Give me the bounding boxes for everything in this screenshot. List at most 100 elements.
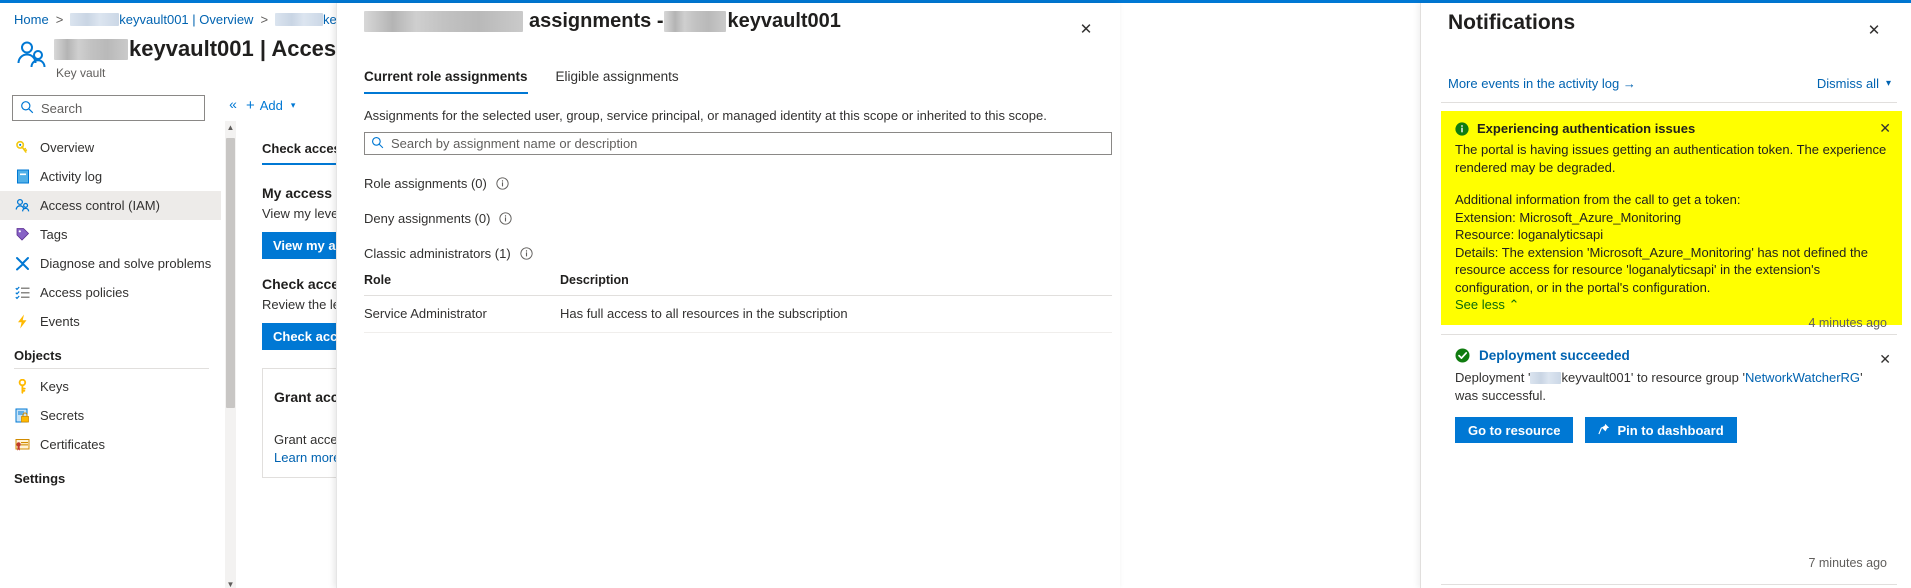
role-assignments-label: Role assignments (0) bbox=[364, 176, 487, 191]
notifications-actions: More events in the activity log → Dismis… bbox=[1448, 76, 1891, 91]
notification-body-line-2: Additional information from the call to … bbox=[1455, 192, 1741, 207]
chevron-down-icon: ▾ bbox=[290, 99, 296, 110]
lightning-bolt-icon bbox=[14, 313, 31, 330]
tab-current-role-assignments[interactable]: Current role assignments bbox=[364, 69, 528, 94]
notifications-pane: Notifications ✕ More events in the activ… bbox=[1420, 3, 1911, 588]
divider bbox=[1441, 334, 1897, 335]
activity-log-icon bbox=[14, 168, 31, 185]
scroll-down-arrow-icon[interactable]: ▼ bbox=[225, 578, 236, 588]
sidebar-item-events[interactable]: Events bbox=[0, 307, 221, 336]
role-assignments-row: Role assignments (0) bbox=[364, 176, 509, 191]
wrench-icon bbox=[14, 255, 31, 272]
tab-eligible-assignments[interactable]: Eligible assignments bbox=[556, 69, 679, 94]
sidebar-item-label: Access policies bbox=[40, 285, 129, 300]
notification-body-line-1: The portal is having issues getting an a… bbox=[1455, 142, 1887, 175]
check-access-description: Review the lev bbox=[262, 297, 347, 312]
divider bbox=[1441, 584, 1897, 585]
context-pane-title-resource: keyvault001 bbox=[727, 10, 841, 32]
command-bar: + Add ▾ bbox=[246, 91, 346, 119]
sidebar-item-label: Certificates bbox=[40, 437, 106, 452]
tab-active-underline bbox=[262, 163, 338, 165]
classic-administrators-label: Classic administrators (1) bbox=[364, 246, 511, 261]
sidebar-item-tags[interactable]: Tags bbox=[0, 220, 221, 249]
dismiss-notification-icon[interactable]: ✕ bbox=[1879, 120, 1891, 137]
key-icon bbox=[14, 378, 31, 395]
my-access-description: View my level bbox=[262, 206, 342, 221]
column-header-role[interactable]: Role bbox=[364, 273, 560, 287]
notification-title: Experiencing authentication issues bbox=[1477, 121, 1696, 136]
sidebar-item-label: Secrets bbox=[40, 408, 85, 423]
breadcrumb-home[interactable]: Home bbox=[14, 12, 49, 27]
see-less-label: See less bbox=[1455, 297, 1505, 312]
sidebar-item-overview[interactable]: Overview bbox=[0, 133, 221, 162]
info-icon[interactable] bbox=[496, 177, 509, 190]
deny-assignments-label: Deny assignments (0) bbox=[364, 211, 491, 226]
sidebar-item-label: Tags bbox=[40, 227, 68, 242]
chevron-down-icon: ▾ bbox=[1885, 78, 1891, 89]
close-icon[interactable]: ✕ bbox=[1861, 17, 1887, 43]
notification-timestamp: 7 minutes ago bbox=[1808, 556, 1887, 570]
sidebar-item-access-control[interactable]: Access control (IAM) bbox=[0, 191, 221, 220]
sidebar-group-objects: Objects bbox=[14, 348, 62, 363]
classic-administrators-table: Role Description Service Administrator H… bbox=[364, 266, 1112, 333]
cell-role: Service Administrator bbox=[364, 306, 487, 321]
tag-icon bbox=[14, 226, 31, 243]
sidebar-divider bbox=[14, 368, 209, 369]
redacted-block bbox=[70, 13, 120, 26]
cell-description: Has full access to all resources in the … bbox=[560, 306, 848, 321]
context-pane-tabs: Current role assignments Eligible assign… bbox=[364, 69, 679, 94]
notification-title: Deployment succeeded bbox=[1479, 348, 1630, 363]
collapse-sidebar-button[interactable]: « bbox=[224, 95, 242, 113]
go-to-resource-label: Go to resource bbox=[1468, 422, 1561, 438]
search-input[interactable] bbox=[12, 95, 205, 121]
deployment-resource-group[interactable]: NetworkWatcherRG bbox=[1745, 370, 1860, 385]
assignment-search-input[interactable] bbox=[364, 132, 1112, 155]
deployment-text-prefix: Deployment ' bbox=[1455, 370, 1531, 385]
view-my-access-button[interactable]: View my a bbox=[262, 232, 347, 259]
notification-header: Experiencing authentication issues bbox=[1455, 121, 1888, 136]
sidebar-item-activity-log[interactable]: Activity log bbox=[0, 162, 221, 191]
sidebar-item-certificates[interactable]: Certificates bbox=[0, 430, 221, 459]
check-circle-icon bbox=[1455, 348, 1470, 363]
assignment-search-wrap bbox=[364, 132, 1112, 155]
redacted-block bbox=[54, 38, 128, 60]
info-icon[interactable] bbox=[520, 247, 533, 260]
sidebar-item-label: Events bbox=[40, 314, 80, 329]
more-events-link[interactable]: More events in the activity log → bbox=[1448, 76, 1636, 91]
pin-to-dashboard-button[interactable]: Pin to dashboard bbox=[1585, 417, 1737, 443]
sidebar-group-settings: Settings bbox=[14, 471, 66, 486]
secret-lock-icon bbox=[14, 407, 31, 424]
notification-body-line-4: Resource: loganalyticsapi bbox=[1455, 227, 1604, 242]
grant-access-learn-more-link[interactable]: Learn more bbox=[274, 450, 340, 465]
redacted-block bbox=[664, 11, 727, 32]
breadcrumb-separator-1: > bbox=[55, 12, 64, 27]
add-button[interactable]: + Add ▾ bbox=[246, 97, 295, 114]
sidebar-item-access-policies[interactable]: Access policies bbox=[0, 278, 221, 307]
go-to-resource-button[interactable]: Go to resource bbox=[1455, 417, 1574, 443]
dismiss-all-button[interactable]: Dismiss all ▾ bbox=[1817, 76, 1891, 91]
sidebar-item-secrets[interactable]: Secrets bbox=[0, 401, 221, 430]
sidebar-item-label: Overview bbox=[40, 140, 95, 155]
resource-sidebar: Overview Activity log bbox=[0, 91, 221, 588]
see-less-toggle[interactable]: See less ⌃ bbox=[1455, 297, 1519, 312]
context-pane-title: assignments - keyvault001 bbox=[364, 10, 841, 33]
table-row[interactable]: Service Administrator Has full access to… bbox=[364, 296, 1112, 333]
pin-icon bbox=[1598, 423, 1610, 438]
sidebar-item-diagnose[interactable]: Diagnose and solve problems bbox=[0, 249, 221, 278]
dismiss-notification-icon[interactable]: ✕ bbox=[1879, 351, 1891, 368]
certificate-icon bbox=[14, 436, 31, 453]
redacted-block bbox=[364, 11, 523, 32]
sidebar-item-keys[interactable]: Keys bbox=[0, 372, 221, 401]
info-icon[interactable] bbox=[499, 212, 513, 225]
close-icon[interactable]: ✕ bbox=[1072, 15, 1100, 43]
notification-buttons: Go to resource Pin to dashboard bbox=[1455, 417, 1888, 443]
breadcrumb-item-2[interactable]: keyvault001 | Overview bbox=[119, 12, 253, 27]
scroll-up-arrow-icon[interactable]: ▲ bbox=[225, 121, 236, 134]
info-circle-icon bbox=[1455, 122, 1469, 136]
sidebar-item-label: Activity log bbox=[40, 169, 103, 184]
deployment-resource-name: keyvault001 bbox=[1561, 370, 1631, 385]
sidebar-scrollbar-thumb[interactable] bbox=[226, 138, 235, 408]
azure-portal-screen: Home>keyvault001 | Overview>keyvault00 k… bbox=[0, 0, 1911, 588]
notification-body-line-5: Details: The extension 'Microsoft_Azure_… bbox=[1455, 244, 1869, 295]
column-header-description[interactable]: Description bbox=[560, 273, 1112, 287]
